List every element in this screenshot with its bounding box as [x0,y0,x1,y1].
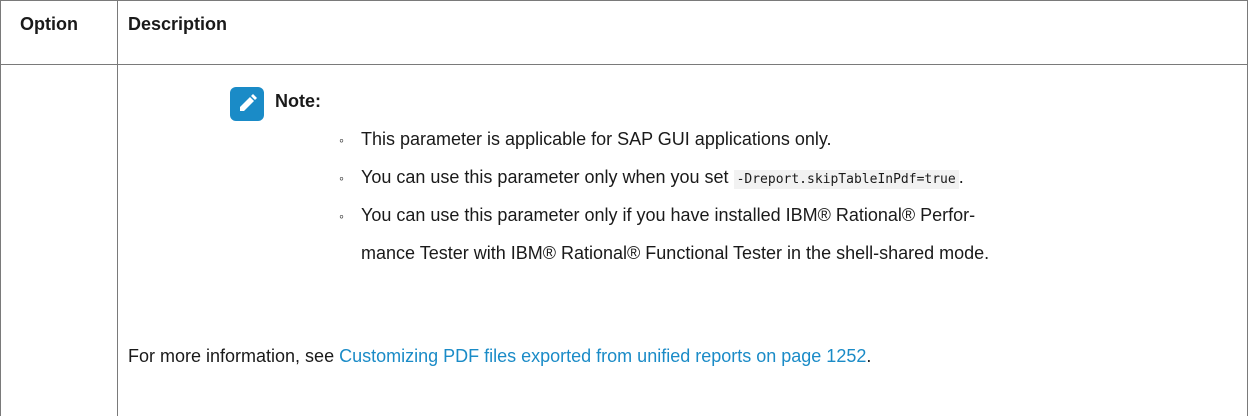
pencil-note-icon [230,87,264,121]
customizing-pdf-link[interactable]: Customizing PDF files exported from unif… [339,346,866,366]
more-info-suffix: . [866,346,872,366]
note-item-text: You can use this parameter only if you h… [361,205,976,225]
bullet-icon: ◦ [339,170,344,186]
table-header-divider [0,64,1248,65]
options-table: Option Description Note: ◦ This parameter… [0,0,1248,416]
more-info-text: For more information, see Customizing PD… [128,346,871,367]
bullet-icon: ◦ [339,208,344,224]
header-description: Description [128,14,228,34]
table-left-border [0,0,1,416]
note-list-item: ◦ You can use this parameter only if you … [339,196,975,235]
note-list-item: ◦ You can use this parameter only when yo… [339,158,964,199]
more-info-prefix: For more information, see [128,346,340,366]
header-option: Option [20,14,78,34]
code-snippet: -Dreport.skipTableInPdf=true [733,170,959,189]
note-item-text: This parameter is applicable for SAP GUI… [361,129,832,149]
note-item-continuation: mance Tester with IBM® Rational® Functio… [361,243,990,263]
table-top-border [0,0,1248,1]
table-column-divider [117,0,118,416]
note-item-text-suffix: . [958,167,964,187]
note-item-text: You can use this parameter only when you… [361,167,734,187]
note-label: Note: [275,91,321,111]
note-list-item: ◦ This parameter is applicable for SAP GU… [339,120,832,159]
bullet-icon: ◦ [339,132,344,148]
